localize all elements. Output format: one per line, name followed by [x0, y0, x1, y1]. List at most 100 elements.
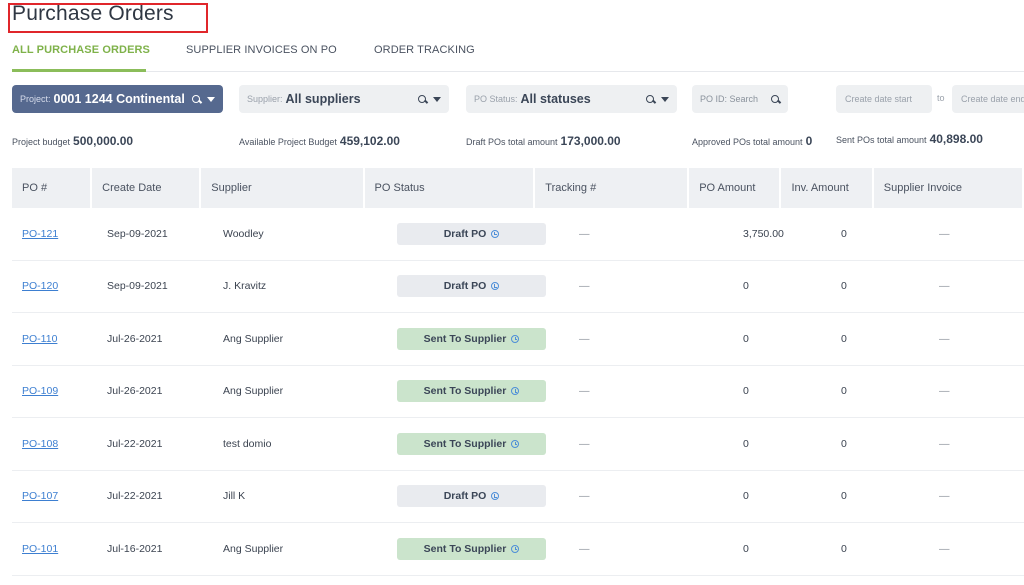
po-id-placeholder: PO ID: Search [700, 94, 759, 104]
draft-total-summary: Draft POs total amount 173,000.00 [466, 134, 621, 148]
create-date-start-input[interactable]: Create date start [836, 85, 932, 113]
create-date-end-input[interactable]: Create date end [952, 85, 1024, 113]
po-number-cell: PO-109 [12, 366, 97, 418]
po-status-cell: Sent To Supplier [387, 313, 569, 365]
sent-total-label: Sent POs total amount [836, 135, 927, 145]
po-number-link[interactable]: PO-121 [22, 228, 58, 240]
column-header-po-amount[interactable]: PO Amount [689, 168, 782, 208]
create-date-cell: Jul-22-2021 [107, 437, 163, 450]
po-status-cell: Draft PO [387, 471, 569, 523]
inv-amount-cell: 0 [841, 490, 847, 503]
po-number-cell: PO-108 [12, 418, 97, 470]
table-header: PO # Create Date Supplier PO Status Trac… [12, 168, 1024, 208]
search-icon[interactable] [418, 94, 427, 104]
po-amount-cell: 0 [743, 437, 749, 450]
history-clock-icon[interactable] [491, 229, 500, 238]
create-date-cell: Sep-09-2021 [107, 227, 168, 240]
column-header-create-date[interactable]: Create Date [92, 168, 202, 208]
column-header-po-status[interactable]: PO Status [365, 168, 536, 208]
inv-amount-cell: 0 [841, 227, 847, 240]
tab-order-tracking[interactable]: ORDER TRACKING [374, 44, 475, 56]
draft-total-value: 173,000.00 [560, 134, 621, 148]
status-badge[interactable]: Sent To Supplier [397, 432, 546, 455]
po-number-link[interactable]: PO-110 [22, 333, 57, 345]
supplier-cell: Ang Supplier [223, 332, 284, 345]
po-status-cell: Sent To Supplier [387, 366, 569, 418]
po-status-label: PO Status: [474, 94, 518, 104]
tracking-cell: — [579, 280, 590, 293]
date-range-to-label: to [937, 93, 945, 103]
column-header-tracking[interactable]: Tracking # [535, 168, 690, 208]
po-number-link[interactable]: PO-109 [22, 385, 58, 397]
table-row[interactable]: PO-101 Jul-16-2021 Ang Supplier Sent To … [12, 523, 1024, 576]
inv-amount-cell: 0 [841, 280, 847, 293]
po-status-dropdown[interactable]: PO Status: All statuses [466, 85, 677, 113]
po-status-value: All statuses [520, 92, 591, 106]
tab-all-purchase-orders[interactable]: ALL PURCHASE ORDERS [12, 44, 150, 56]
tracking-cell: — [579, 490, 590, 503]
inv-amount-cell: 0 [841, 385, 847, 398]
table-row[interactable]: PO-121 Sep-09-2021 Woodley Draft PO — 3,… [12, 208, 1024, 261]
po-number-cell: PO-107 [12, 471, 97, 523]
column-header-supplier-invoice[interactable]: Supplier Invoice [874, 168, 1024, 208]
po-id-search-input[interactable]: PO ID: Search [692, 85, 788, 113]
po-number-cell: PO-120 [12, 261, 97, 313]
supplier-dropdown[interactable]: Supplier: All suppliers [239, 85, 449, 113]
po-number-link[interactable]: PO-101 [22, 543, 58, 555]
chevron-down-icon[interactable] [433, 96, 441, 102]
available-budget-summary: Available Project Budget 459,102.00 [239, 134, 400, 148]
po-number-link[interactable]: PO-107 [22, 490, 58, 502]
po-number-link[interactable]: PO-108 [22, 438, 58, 450]
search-icon[interactable] [192, 94, 201, 104]
history-clock-icon[interactable] [491, 282, 500, 291]
project-dropdown[interactable]: Project: 0001 1244 Continental [12, 85, 223, 113]
column-header-inv-amount[interactable]: Inv. Amount [781, 168, 874, 208]
history-clock-icon[interactable] [511, 387, 520, 396]
tab-supplier-invoices-on-po[interactable]: SUPPLIER INVOICES ON PO [186, 44, 337, 56]
table-row[interactable]: PO-120 Sep-09-2021 J. Kravitz Draft PO —… [12, 261, 1024, 313]
status-badge[interactable]: Draft PO [397, 275, 546, 298]
po-number-cell: PO-121 [12, 208, 97, 260]
draft-total-label: Draft POs total amount [466, 137, 558, 147]
tracking-cell: — [579, 542, 590, 555]
po-number-link[interactable]: PO-120 [22, 280, 58, 292]
create-date-cell: Jul-26-2021 [107, 385, 163, 398]
sent-total-value: 40,898.00 [929, 132, 983, 146]
status-badge[interactable]: Sent To Supplier [397, 327, 546, 350]
supplier-invoice-cell: — [939, 280, 950, 293]
table-row[interactable]: PO-109 Jul-26-2021 Ang Supplier Sent To … [12, 366, 1024, 418]
table-row[interactable]: PO-110 Jul-26-2021 Ang Supplier Sent To … [12, 313, 1024, 366]
table-row[interactable]: PO-107 Jul-22-2021 Jill K Draft PO — 0 0… [12, 471, 1024, 523]
supplier-invoice-cell: — [939, 542, 950, 555]
status-badge[interactable]: Draft PO [397, 222, 546, 245]
project-budget-summary: Project budget 500,000.00 [12, 134, 133, 148]
project-budget-label: Project budget [12, 137, 71, 147]
create-date-cell: Jul-26-2021 [107, 332, 163, 345]
table-row[interactable]: PO-108 Jul-22-2021 test domio Sent To Su… [12, 418, 1024, 471]
column-header-supplier[interactable]: Supplier [201, 168, 365, 208]
po-amount-cell: 0 [743, 490, 749, 503]
status-badge[interactable]: Sent To Supplier [397, 380, 546, 403]
po-status-cell: Sent To Supplier [387, 523, 569, 575]
po-number-cell: PO-101 [12, 523, 97, 575]
search-icon[interactable] [771, 94, 780, 104]
history-clock-icon[interactable] [511, 544, 520, 553]
supplier-cell: J. Kravitz [223, 280, 267, 293]
supplier-invoice-cell: — [939, 227, 950, 240]
supplier-value: All suppliers [285, 92, 361, 106]
history-clock-icon[interactable] [511, 439, 520, 448]
status-badge-label: Draft PO [443, 280, 487, 293]
supplier-invoice-cell: — [939, 490, 950, 503]
history-clock-icon[interactable] [491, 492, 500, 501]
status-badge[interactable]: Draft PO [397, 485, 546, 508]
search-icon[interactable] [646, 94, 655, 104]
approved-total-value: 0 [805, 134, 813, 148]
supplier-invoice-cell: — [939, 437, 950, 450]
history-clock-icon[interactable] [511, 334, 520, 343]
chevron-down-icon[interactable] [661, 96, 669, 102]
status-badge[interactable]: Sent To Supplier [397, 537, 546, 560]
column-header-po-number[interactable]: PO # [12, 168, 93, 208]
po-amount-cell: 0 [743, 385, 749, 398]
po-amount-cell: 0 [743, 332, 749, 345]
chevron-down-icon[interactable] [207, 96, 215, 102]
